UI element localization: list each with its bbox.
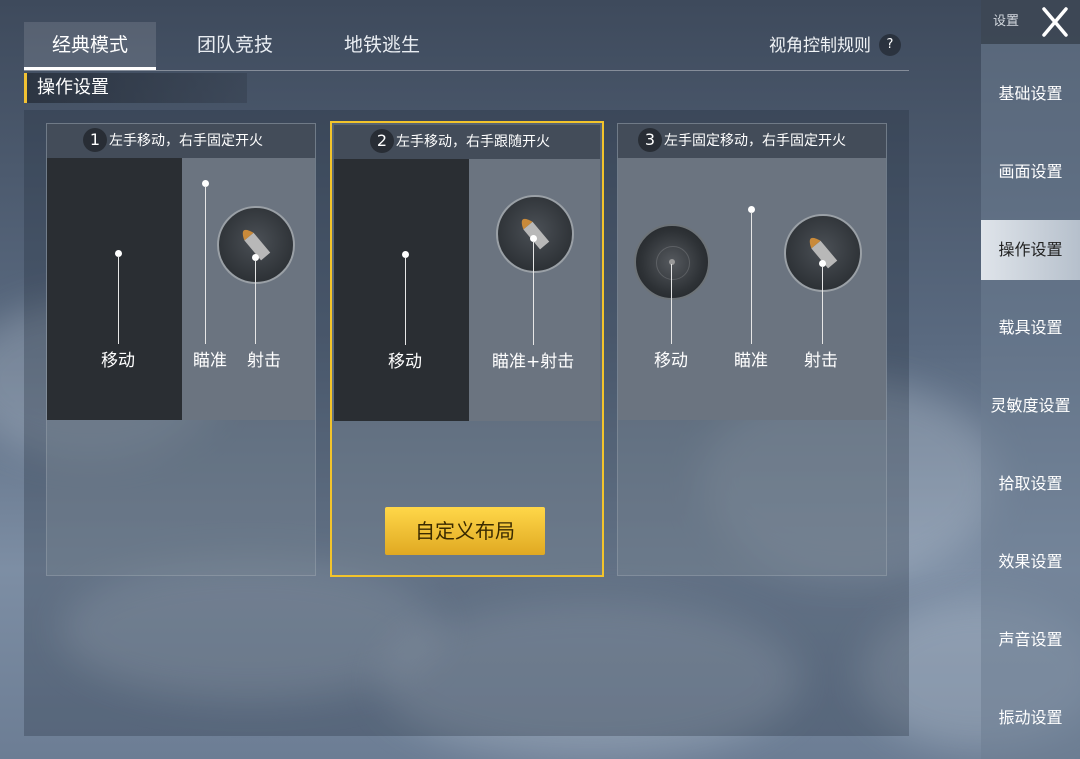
label-move: 移动 xyxy=(101,351,135,371)
leader-line xyxy=(751,212,752,344)
leader-line xyxy=(533,241,534,345)
leader-line xyxy=(118,256,119,344)
card-number: 2 xyxy=(370,129,394,153)
view-control-rules-link[interactable]: 视角控制规则 xyxy=(769,32,871,60)
control-mode-card-1[interactable]: 1 左手移动，右手固定开火 移动 瞄准 射击 xyxy=(46,123,316,576)
tab-team-deathmatch[interactable]: 团队竞技 xyxy=(169,22,301,68)
sidebar-header: 设置 xyxy=(981,0,1080,44)
card-title: 左手固定移动，右手固定开火 xyxy=(664,133,846,149)
card-header: 2 左手移动，右手跟随开火 xyxy=(334,125,600,159)
leader-line xyxy=(255,260,256,344)
label-aim: 瞄准 xyxy=(734,351,768,371)
leader-line xyxy=(405,257,406,345)
sidebar-item-pickup[interactable]: 拾取设置 xyxy=(981,454,1080,514)
bullet-fire-icon xyxy=(784,214,862,292)
sidebar-item-controls[interactable]: 操作设置 xyxy=(981,220,1080,280)
card-number: 3 xyxy=(638,128,662,152)
tab-classic-mode[interactable]: 经典模式 xyxy=(24,22,156,70)
joystick-icon xyxy=(634,224,710,300)
card-title: 左手移动，右手固定开火 xyxy=(109,133,263,149)
mode-tabs: 经典模式 团队竞技 地铁逃生 视角控制规则 ? xyxy=(24,22,909,71)
control-mode-card-3[interactable]: 3 左手固定移动，右手固定开火 移动 瞄准 射击 xyxy=(617,123,887,576)
tab-metro-escape[interactable]: 地铁逃生 xyxy=(316,22,448,68)
settings-sidebar: 设置 基础设置 画面设置 操作设置 载具设置 灵敏度设置 拾取设置 效果设置 声… xyxy=(981,0,1080,759)
card-header: 1 左手移动，右手固定开火 xyxy=(47,124,315,158)
label-move: 移动 xyxy=(654,351,688,371)
section-title-text: 操作设置 xyxy=(37,77,109,98)
layout-preview: 移动 瞄准 射击 xyxy=(47,158,315,420)
sidebar-item-graphics[interactable]: 画面设置 xyxy=(981,142,1080,202)
leader-line xyxy=(671,264,672,344)
help-icon[interactable]: ? xyxy=(879,34,901,56)
card-header: 3 左手固定移动，右手固定开火 xyxy=(618,124,886,158)
sidebar-item-sound[interactable]: 声音设置 xyxy=(981,610,1080,670)
sidebar-item-basic[interactable]: 基础设置 xyxy=(981,64,1080,124)
sidebar-item-vehicle[interactable]: 载具设置 xyxy=(981,298,1080,358)
layout-preview: 移动 瞄准+射击 xyxy=(334,159,600,421)
leader-line xyxy=(205,186,206,344)
control-mode-card-2[interactable]: 2 左手移动，右手跟随开火 移动 瞄准+射击 自定义布局 xyxy=(330,121,604,577)
card-number: 1 xyxy=(83,128,107,152)
label-aim: 瞄准 xyxy=(193,351,227,371)
sidebar-item-sensitivity[interactable]: 灵敏度设置 xyxy=(981,376,1080,436)
label-move: 移动 xyxy=(388,352,422,372)
label-shoot: 射击 xyxy=(804,351,838,371)
bullet-fire-icon xyxy=(217,206,295,284)
label-aim-shoot: 瞄准+射击 xyxy=(492,352,575,372)
sidebar-item-effects[interactable]: 效果设置 xyxy=(981,532,1080,592)
move-zone xyxy=(334,159,469,421)
layout-preview: 移动 瞄准 射击 xyxy=(618,158,886,420)
card-title: 左手移动，右手跟随开火 xyxy=(396,134,550,150)
close-icon[interactable] xyxy=(1034,3,1076,41)
leader-line xyxy=(822,266,823,344)
sidebar-title: 设置 xyxy=(993,14,1020,29)
custom-layout-button[interactable]: 自定义布局 xyxy=(385,507,545,555)
bullet-fire-icon xyxy=(496,195,574,273)
move-zone xyxy=(47,158,182,420)
label-shoot: 射击 xyxy=(247,351,281,371)
section-title: 操作设置 xyxy=(24,73,247,103)
sidebar-item-vibration[interactable]: 振动设置 xyxy=(981,688,1080,748)
control-mode-panel: 1 左手移动，右手固定开火 移动 瞄准 射击 2 左手移动，右手跟随开火 移动 … xyxy=(24,110,909,736)
